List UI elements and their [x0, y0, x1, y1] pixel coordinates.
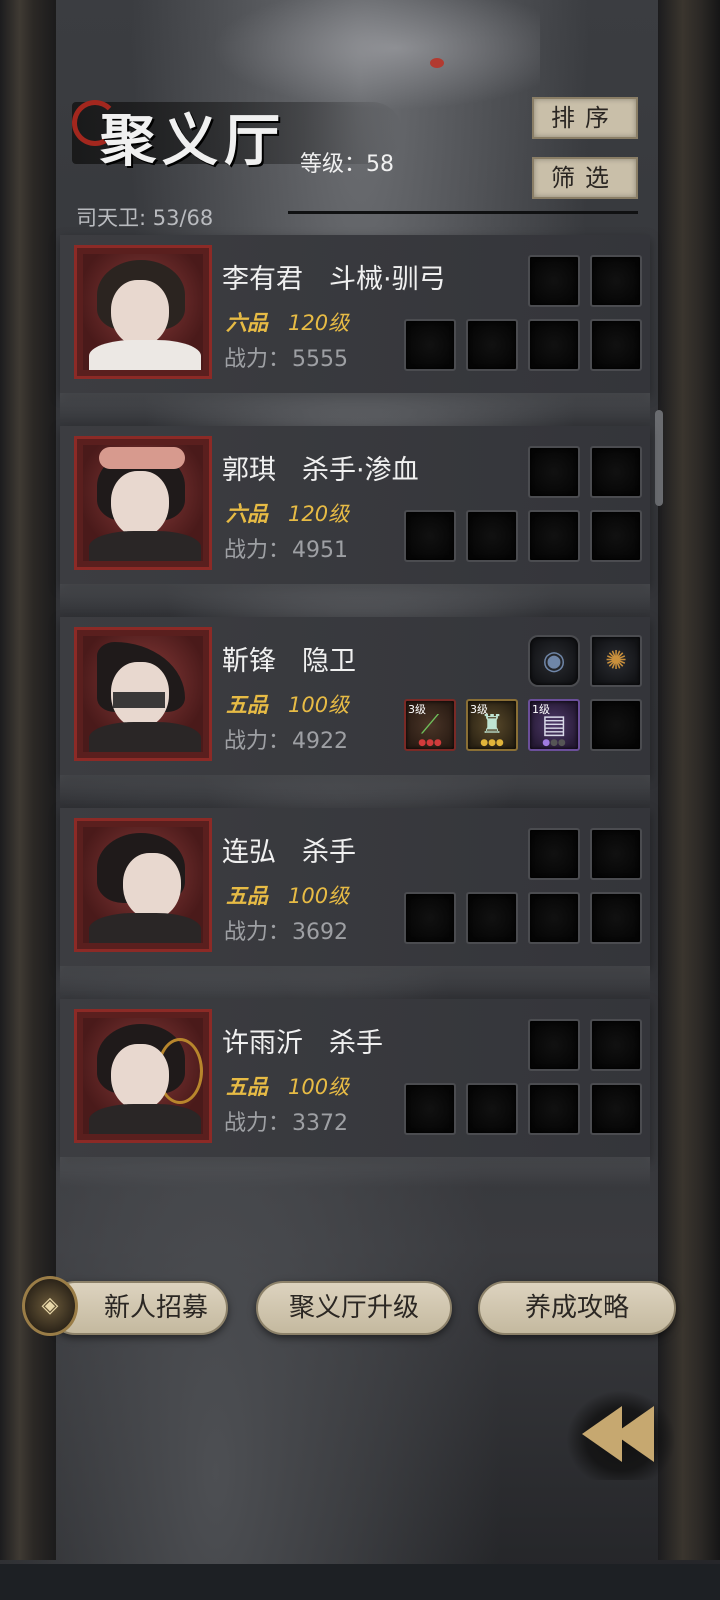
star-rating: ●●● [418, 738, 442, 748]
equipment-slot-mace[interactable]: ✺ [590, 635, 642, 687]
equipment-slot-empty[interactable] [590, 255, 642, 307]
hero-portrait [83, 445, 203, 561]
hero-portrait-frame[interactable] [74, 627, 212, 761]
hero-grade: 五品 [226, 884, 268, 908]
hero-grade: 六品 [226, 311, 268, 335]
hero-portrait [83, 827, 203, 943]
star-rating: ●●● [542, 738, 566, 748]
hall-upgrade-button[interactable]: 聚义厅升级 [256, 1281, 452, 1335]
page-title: 聚义厅 [100, 108, 286, 174]
hero-card[interactable]: 许雨沂 杀手 五品 100级 战力：3372 [60, 999, 650, 1187]
power-label: 战力： [224, 538, 291, 563]
hero-name: 李有君 [222, 264, 303, 295]
hero-portrait-frame[interactable] [74, 245, 212, 379]
equipment-slot-empty[interactable] [528, 1083, 580, 1135]
hero-card[interactable]: 郭琪 杀手·渗血 六品 120级 战力：4951 [60, 426, 650, 614]
hero-power: 5555 [292, 347, 349, 372]
power-label: 战力： [224, 347, 291, 372]
hero-portrait-frame[interactable] [74, 1009, 212, 1143]
hero-name: 连弘 [222, 837, 276, 868]
mace-icon: ✺ [605, 646, 627, 676]
hero-portrait [83, 254, 203, 370]
equipment-slot-empty[interactable] [404, 892, 456, 944]
hero-portrait [83, 1018, 203, 1134]
equipment-slot-empty[interactable] [590, 1019, 642, 1071]
equipment-slot-empty[interactable] [590, 892, 642, 944]
hero-card[interactable]: 靳锋 隐卫 五品 100级 战力：4922 ◉ ✺ 3级 ⟋ ●●● 3级 ♜ ●●… [60, 617, 650, 805]
hero-grade: 五品 [226, 693, 268, 717]
power-label: 战力： [224, 1111, 291, 1136]
equipment-slot-empty[interactable] [466, 1083, 518, 1135]
back-button[interactable] [566, 1390, 676, 1480]
equipment-slot-empty[interactable] [590, 699, 642, 751]
equipment-slot-empty[interactable] [528, 446, 580, 498]
divider [288, 211, 638, 214]
hero-list[interactable]: 李有君 斗械·驯弓 六品 120级 战力：5555 郭琪 杀手·渗血 六品 120级 战… [60, 235, 650, 1187]
recruit-token-icon[interactable]: ◈ [22, 1276, 78, 1336]
power-label: 战力： [224, 920, 291, 945]
equipment-slot-robe[interactable]: 3级 ♜ ●●● [466, 699, 518, 751]
equipment-slot-empty[interactable] [528, 828, 580, 880]
training-guide-button[interactable]: 养成攻略 [478, 1281, 676, 1335]
equipment-slot-empty[interactable] [404, 319, 456, 371]
equipment-slot-empty[interactable] [590, 1083, 642, 1135]
hero-card[interactable]: 连弘 杀手 五品 100级 战力：3692 [60, 808, 650, 996]
hero-class: 杀手 [329, 1028, 383, 1059]
hero-portrait [83, 636, 203, 752]
equipment-slot-empty[interactable] [466, 510, 518, 562]
hero-name: 靳锋 [222, 646, 276, 677]
hero-level: 100级 [288, 884, 350, 908]
hero-power: 4922 [292, 729, 349, 754]
equipment-slot-empty[interactable] [528, 510, 580, 562]
hero-level: 120级 [288, 311, 350, 335]
hero-class: 杀手·渗血 [302, 455, 419, 486]
equipment-slot-empty[interactable] [590, 446, 642, 498]
hero-name: 郭琪 [222, 455, 276, 486]
scrollbar[interactable] [655, 410, 663, 506]
filter-button[interactable]: 筛选 [532, 157, 638, 199]
equipment-slot-book[interactable]: 1级 ▤ ●●● [528, 699, 580, 751]
equipment-slot-empty[interactable] [466, 319, 518, 371]
equipment-slot-empty[interactable] [466, 892, 518, 944]
equipment-slot-eye-amulet[interactable]: ◉ [528, 635, 580, 687]
equipment-slot-empty[interactable] [528, 319, 580, 371]
hero-name: 许雨沂 [222, 1028, 303, 1059]
chevron-left-icon [614, 1406, 654, 1462]
hero-grade: 六品 [226, 502, 268, 526]
hero-power: 3372 [292, 1111, 349, 1136]
bottom-strip [0, 1564, 720, 1600]
equipment-slot-empty[interactable] [404, 1083, 456, 1135]
sort-button[interactable]: 排序 [532, 97, 638, 139]
power-label: 战力： [224, 729, 291, 754]
equipment-slot-empty[interactable] [528, 1019, 580, 1071]
equipment-slot-empty[interactable] [590, 319, 642, 371]
star-rating: ●●● [480, 738, 504, 748]
hero-class: 杀手 [302, 837, 356, 868]
hero-card[interactable]: 李有君 斗械·驯弓 六品 120级 战力：5555 [60, 235, 650, 423]
hero-level: 100级 [288, 693, 350, 717]
eye-amulet-icon: ◉ [542, 646, 566, 676]
equipment-slot-empty[interactable] [528, 255, 580, 307]
hero-portrait-frame[interactable] [74, 436, 212, 570]
equipment-slot-empty[interactable] [590, 510, 642, 562]
hall-level: 等级：58 [300, 152, 394, 177]
equipment-slot-empty[interactable] [590, 828, 642, 880]
hero-power: 4951 [292, 538, 349, 563]
hero-class: 隐卫 [302, 646, 356, 677]
hero-level: 120级 [288, 502, 350, 526]
equipment-slot-empty[interactable] [404, 510, 456, 562]
guard-count: 司天卫: 53/68 [76, 206, 214, 230]
hero-power: 3692 [292, 920, 349, 945]
equipment-slot-dagger[interactable]: 3级 ⟋ ●●● [404, 699, 456, 751]
hero-class: 斗械·驯弓 [329, 264, 446, 295]
hero-level: 100级 [288, 1075, 350, 1099]
hero-grade: 五品 [226, 1075, 268, 1099]
equipment-slot-empty[interactable] [528, 892, 580, 944]
hero-portrait-frame[interactable] [74, 818, 212, 952]
